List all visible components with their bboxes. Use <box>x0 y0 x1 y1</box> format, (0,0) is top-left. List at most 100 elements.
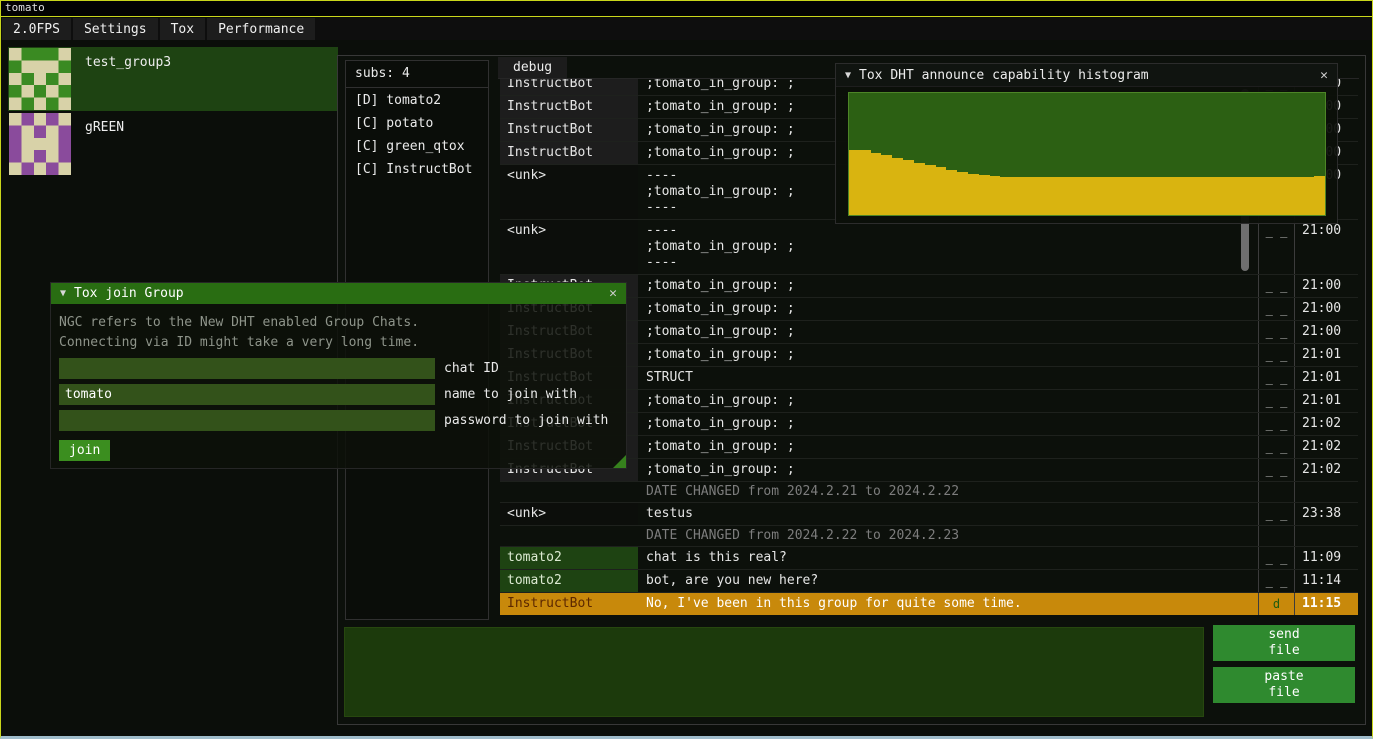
join-dialog-body: NGC refers to the New DHT enabled Group … <box>51 304 626 468</box>
join-dialog-title: Tox join Group <box>74 286 184 301</box>
message-time: 21:01 <box>1294 367 1358 389</box>
tab-debug[interactable]: debug <box>498 57 567 78</box>
message-row[interactable]: InstructBot;tomato_in_group: ;_ _21:02 <box>500 436 1358 459</box>
collapse-arrow-icon[interactable]: ▼ <box>845 70 851 81</box>
message-text: ;tomato_in_group: ; <box>638 321 1258 343</box>
message-row[interactable]: InstructBot;tomato_in_group: ;_ _21:01 <box>500 344 1358 367</box>
message-time: 21:02 <box>1294 413 1358 435</box>
message-time <box>1294 482 1358 502</box>
join-name-input[interactable] <box>59 384 435 405</box>
collapse-arrow-icon[interactable]: ▼ <box>60 288 66 299</box>
sidebar-group-green[interactable]: gREEN <box>8 112 338 176</box>
histogram-bar <box>1109 177 1120 215</box>
subs-member-item[interactable]: [C] green_qtox <box>346 134 488 157</box>
message-time: 21:01 <box>1294 390 1358 412</box>
message-sender: InstructBot <box>500 593 638 615</box>
message-flags: _ _ <box>1258 570 1294 592</box>
subs-member-item[interactable]: [D] tomato2 <box>346 88 488 111</box>
send-file-button[interactable]: send file <box>1213 625 1355 661</box>
subs-member-item[interactable]: [C] potato <box>346 111 488 134</box>
message-flags: _ _ <box>1258 390 1294 412</box>
message-flags: _ _ <box>1258 367 1294 389</box>
message-row[interactable]: InstructBot;tomato_in_group: ;_ _21:00 <box>500 321 1358 344</box>
message-row[interactable]: InstructBot;tomato_in_group: ;_ _21:00 <box>500 298 1358 321</box>
histogram-bar <box>1152 177 1163 215</box>
group-avatar <box>9 48 71 110</box>
chat-id-input[interactable] <box>59 358 435 379</box>
join-dialog-title-bar[interactable]: ▼ Tox join Group ✕ <box>51 283 626 304</box>
message-time: 21:02 <box>1294 436 1358 458</box>
histogram-bar <box>1206 177 1217 215</box>
message-row[interactable]: InstructBotNo, I've been in this group f… <box>500 593 1358 615</box>
message-sender: InstructBot <box>500 119 638 141</box>
histogram-bar <box>957 172 968 215</box>
histogram-bar <box>1054 177 1065 215</box>
message-flags: _ _ <box>1258 275 1294 297</box>
message-sender: InstructBot <box>500 79 638 95</box>
join-dialog-description-line: NGC refers to the New DHT enabled Group … <box>59 313 618 333</box>
message-text: DATE CHANGED from 2024.2.21 to 2024.2.22 <box>638 482 1258 502</box>
message-text: bot, are you new here? <box>638 570 1258 592</box>
histogram-bar <box>1282 177 1293 215</box>
message-row[interactable]: InstructBot;tomato_in_group: ;_ _21:02 <box>500 459 1358 482</box>
histogram-bar <box>936 167 947 215</box>
group-name: test_group3 <box>85 55 171 70</box>
message-sender: tomato2 <box>500 570 638 592</box>
message-row[interactable]: <unk>---- ;tomato_in_group: ; ----_ _21:… <box>500 220 1358 275</box>
histogram-bar <box>1238 177 1249 215</box>
histogram-bar <box>925 165 936 215</box>
histogram-bar <box>1022 177 1033 215</box>
message-sender <box>500 526 638 546</box>
histogram-bar <box>1227 177 1238 215</box>
message-row[interactable]: tomato2bot, are you new here?_ _11:14 <box>500 570 1358 593</box>
join-password-input[interactable] <box>59 410 435 431</box>
join-button[interactable]: join <box>59 440 110 461</box>
message-flags: _ _ <box>1258 413 1294 435</box>
message-row[interactable]: InstructBot;tomato_in_group: ;_ _21:00 <box>500 275 1358 298</box>
message-row[interactable]: <unk>testus_ _23:38 <box>500 503 1358 526</box>
message-input[interactable] <box>344 627 1204 717</box>
message-text: ;tomato_in_group: ; <box>638 275 1258 297</box>
histogram-bar <box>979 175 990 215</box>
message-row[interactable]: InstructBotSTRUCT_ _21:01 <box>500 367 1358 390</box>
close-icon[interactable]: ✕ <box>609 286 617 301</box>
histogram-window-title-bar[interactable]: ▼ Tox DHT announce capability histogram … <box>836 64 1337 87</box>
histogram-window-title: Tox DHT announce capability histogram <box>859 68 1149 83</box>
message-text: ;tomato_in_group: ; <box>638 344 1258 366</box>
histogram-bar <box>1195 177 1206 215</box>
window-title-bar[interactable]: tomato <box>0 0 1373 17</box>
histogram-bar <box>1217 177 1228 215</box>
subs-member-list: [D] tomato2[C] potato[C] green_qtox[C] I… <box>346 88 488 180</box>
message-flags: _ _ <box>1258 298 1294 320</box>
histogram-bar <box>946 170 957 215</box>
message-sender: InstructBot <box>500 96 638 118</box>
menu-item-performance[interactable]: Performance <box>207 18 315 40</box>
message-flags: _ _ <box>1258 436 1294 458</box>
histogram-bar <box>881 155 892 215</box>
message-flags: _ _ <box>1258 459 1294 481</box>
menu-item-settings[interactable]: Settings <box>73 18 158 40</box>
message-flags: _ _ <box>1258 503 1294 525</box>
message-row[interactable]: tomato2chat is this real?_ _11:09 <box>500 547 1358 570</box>
sidebar-group-test-group3[interactable]: test_group3 <box>8 47 338 111</box>
histogram-bar <box>1065 177 1076 215</box>
message-row[interactable]: InstructBot;tomato_in_group: ;_ _21:02 <box>500 413 1358 436</box>
resize-grip[interactable] <box>613 455 626 468</box>
group-name: gREEN <box>85 120 124 135</box>
subs-member-item[interactable]: [C] InstructBot <box>346 157 488 180</box>
message-time: 21:01 <box>1294 344 1358 366</box>
histogram-bar <box>1033 177 1044 215</box>
message-sender <box>500 482 638 502</box>
paste-file-button[interactable]: paste file <box>1213 667 1355 703</box>
histogram-plot <box>848 92 1326 216</box>
histogram-bar <box>1260 177 1271 215</box>
message-row[interactable]: InstructBot;tomato_in_group: ;_ _21:01 <box>500 390 1358 413</box>
message-time: 23:38 <box>1294 503 1358 525</box>
menu-item-tox[interactable]: Tox <box>160 18 205 40</box>
message-time: 21:02 <box>1294 459 1358 481</box>
histogram-bar <box>871 153 882 215</box>
join-password-label: password to join with <box>444 413 608 428</box>
histogram-bar <box>968 174 979 215</box>
close-icon[interactable]: ✕ <box>1320 68 1328 83</box>
histogram-bar <box>1087 177 1098 215</box>
